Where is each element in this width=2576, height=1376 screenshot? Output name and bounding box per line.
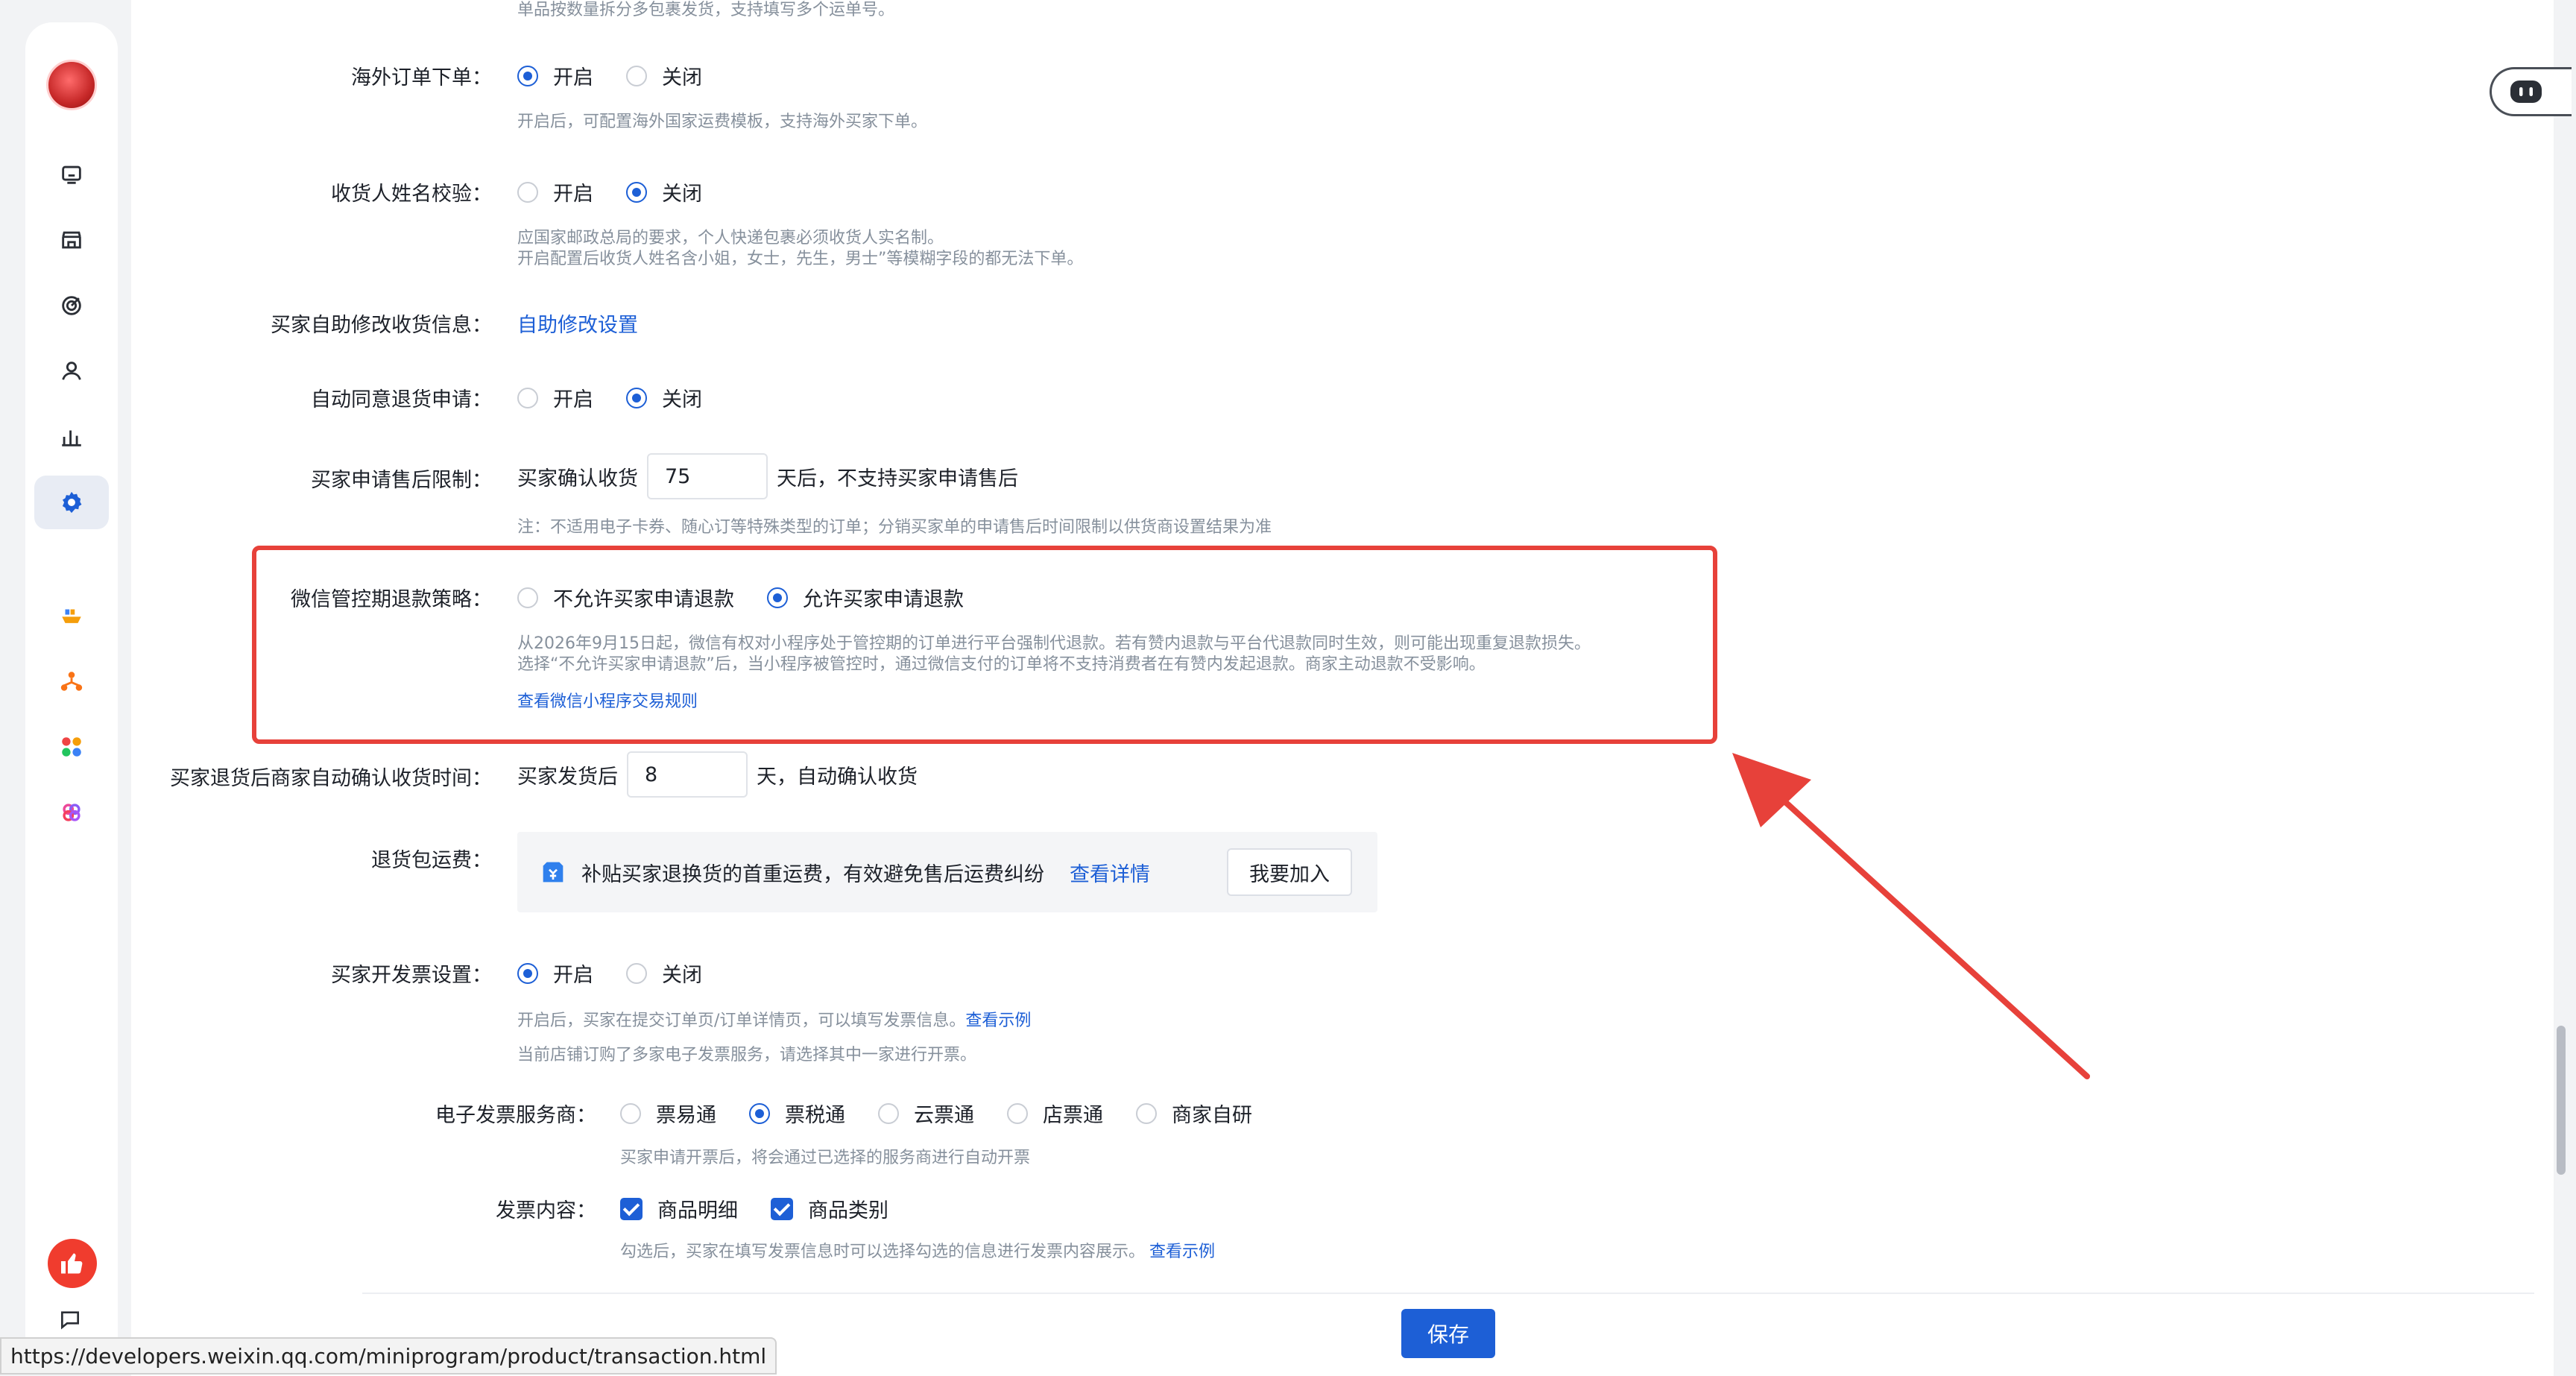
save-button[interactable]: 保存 bbox=[1401, 1309, 1495, 1358]
robot-icon[interactable] bbox=[2490, 67, 2572, 116]
overseas-on-option[interactable]: 开启 bbox=[517, 61, 593, 90]
invoice-content-checkbox-group: 商品明细 商品类别 bbox=[620, 1194, 921, 1223]
scrollbar[interactable] bbox=[2557, 1026, 2566, 1175]
invoice-content-hint: 勾选后，买家在填写发票信息时可以选择勾选的信息进行发票内容展示。 查看示例 bbox=[620, 1243, 1216, 1261]
after-sale-suffix: 天后，不支持买家申请售后 bbox=[777, 467, 1018, 490]
name-check-label: 收货人姓名校验： bbox=[331, 183, 492, 206]
wechat-refund-allow-option[interactable]: 允许买家申请退款 bbox=[767, 583, 964, 612]
settings-icon[interactable] bbox=[34, 476, 109, 529]
apps-icon[interactable] bbox=[34, 720, 109, 774]
auto-return-on-option[interactable]: 开启 bbox=[517, 383, 593, 412]
provider-option[interactable]: 云票通 bbox=[878, 1099, 974, 1128]
chart-icon[interactable] bbox=[34, 410, 109, 464]
store-icon[interactable] bbox=[34, 213, 109, 267]
provider-option[interactable]: 票税通 bbox=[749, 1099, 845, 1128]
auto-confirm-prefix: 买家发货后 bbox=[517, 765, 618, 789]
plugin-icon[interactable] bbox=[34, 786, 109, 839]
invoice-hint-1: 开启后，买家在提交订单页/订单详情页，可以填写发票信息。查看示例 bbox=[517, 1012, 1032, 1030]
name-check-hint-2: 开启配置后收货人姓名含小姐，女士，先生，男士”等模糊字段的都无法下单。 bbox=[517, 250, 1084, 268]
return-freight-detail-link[interactable]: 查看详情 bbox=[1070, 858, 1150, 887]
invoice-content-label: 发票内容： bbox=[496, 1199, 596, 1222]
provider-option[interactable]: 票易通 bbox=[620, 1099, 716, 1128]
name-check-on-option[interactable]: 开启 bbox=[517, 177, 593, 206]
name-check-hint-1: 应国家邮政总局的要求，个人快递包裹必须收货人实名制。 bbox=[517, 229, 944, 247]
invoice-on-option[interactable]: 开启 bbox=[517, 959, 593, 988]
avatar[interactable] bbox=[46, 60, 97, 110]
thumbs-up-icon[interactable] bbox=[48, 1239, 97, 1288]
self-edit-link[interactable]: 自助修改设置 bbox=[517, 309, 638, 338]
sidebar bbox=[25, 22, 118, 1364]
invoice-off-option[interactable]: 关闭 bbox=[626, 959, 702, 988]
auto-return-radio-group: 开启 关闭 bbox=[517, 383, 735, 412]
annotation-arrow bbox=[1732, 753, 2090, 1079]
wechat-rules-link[interactable]: 查看微信小程序交易规则 bbox=[517, 692, 698, 713]
invoice-example-link[interactable]: 查看示例 bbox=[965, 1012, 1031, 1030]
user-icon[interactable] bbox=[34, 344, 109, 398]
provider-label: 电子发票服务商： bbox=[435, 1104, 596, 1127]
assistant-icon[interactable] bbox=[34, 148, 109, 201]
wechat-refund-disallow-option[interactable]: 不允许买家申请退款 bbox=[517, 583, 734, 612]
chat-icon[interactable] bbox=[58, 1307, 82, 1334]
overseas-label: 海外订单下单： bbox=[351, 66, 492, 89]
join-button[interactable]: 我要加入 bbox=[1227, 848, 1352, 896]
after-sale-label: 买家申请售后限制： bbox=[311, 469, 492, 492]
wechat-refund-label: 微信管控期退款策略： bbox=[291, 588, 492, 611]
return-freight-text: 补贴买家退换货的首重运费，有效避免售后运费纠纷 bbox=[581, 862, 1044, 886]
auto-confirm-suffix: 天，自动确认收货 bbox=[757, 765, 918, 789]
auto-confirm-days-input[interactable]: 8 bbox=[627, 751, 748, 798]
invoice-content-option[interactable]: 商品类别 bbox=[771, 1194, 888, 1223]
status-url-bar: https://developers.weixin.qq.com/minipro… bbox=[0, 1337, 777, 1375]
wechat-refund-radio-group: 不允许买家申请退款 允许买家申请退款 bbox=[517, 583, 997, 612]
invoice-content-option[interactable]: 商品明细 bbox=[620, 1194, 738, 1223]
target-icon[interactable] bbox=[34, 279, 109, 332]
provider-option[interactable]: 商家自研 bbox=[1136, 1099, 1252, 1128]
invoice-hint-2: 当前店铺订购了多家电子发票服务，请选择其中一家进行开票。 bbox=[517, 1046, 977, 1064]
name-check-off-option[interactable]: 关闭 bbox=[626, 177, 702, 206]
name-check-radio-group: 开启 关闭 bbox=[517, 177, 735, 206]
invoice-label: 买家开发票设置： bbox=[331, 964, 492, 987]
invoice-radio-group: 开启 关闭 bbox=[517, 959, 735, 988]
wechat-refund-hint-1: 从2026年9月15日起，微信有权对小程序处于管控期的订单进行平台强制代退款。若… bbox=[517, 634, 1591, 653]
after-sale-prefix: 买家确认收货 bbox=[517, 467, 638, 490]
overseas-radio-group: 开启 关闭 bbox=[517, 61, 735, 90]
return-freight-label: 退货包运费： bbox=[371, 849, 492, 872]
auto-return-off-option[interactable]: 关闭 bbox=[626, 383, 702, 412]
auto-confirm-label: 买家退货后商家自动确认收货时间： bbox=[170, 767, 492, 790]
provider-hint: 买家申请开票后，将会通过已选择的服务商进行自动开票 bbox=[620, 1149, 1031, 1167]
clipped-hint: 单品按数量拆分多包裹发货，支持填写多个运单号。 bbox=[517, 1, 895, 19]
org-icon[interactable] bbox=[34, 654, 109, 708]
after-sale-days-input[interactable]: 75 bbox=[647, 453, 768, 499]
wechat-refund-hint-2: 选择“不允许买家申请退款”后，当小程序被管控时，通过微信支付的订单将不支持消费者… bbox=[517, 655, 1486, 674]
after-sale-hint: 注：不适用电子卡券、随心订等特殊类型的订单；分销买家单的申请售后时间限制以供货商… bbox=[517, 518, 1272, 537]
provider-option[interactable]: 店票通 bbox=[1007, 1099, 1103, 1128]
invoice-content-example-link[interactable]: 查看示例 bbox=[1149, 1243, 1215, 1261]
freight-coupon-icon bbox=[538, 857, 568, 887]
provider-radio-group: 票易通 票税通 云票通 店票通 商家自研 bbox=[620, 1099, 1285, 1128]
self-edit-label: 买家自助修改收货信息： bbox=[271, 314, 492, 337]
auto-return-label: 自动同意退货申请： bbox=[311, 388, 492, 411]
overseas-hint: 开启后，可配置海外国家运费模板，支持海外买家下单。 bbox=[517, 113, 928, 131]
return-freight-card: 补贴买家退换货的首重运费，有效避免售后运费纠纷 查看详情 我要加入 bbox=[517, 832, 1377, 912]
overseas-off-option[interactable]: 关闭 bbox=[626, 61, 702, 90]
ship-icon[interactable] bbox=[34, 589, 109, 643]
